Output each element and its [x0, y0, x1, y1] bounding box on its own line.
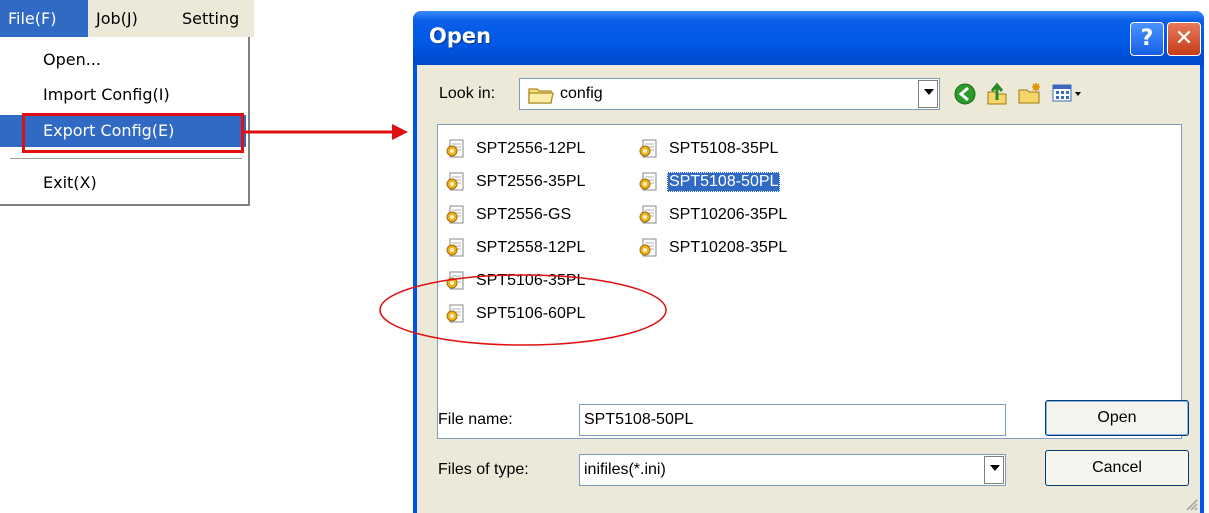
close-button[interactable]: ✕: [1167, 22, 1201, 56]
resize-grip-icon[interactable]: [1184, 497, 1198, 511]
file-type-combo[interactable]: inifiles(*.ini): [579, 454, 1006, 486]
help-button[interactable]: ?: [1130, 22, 1164, 56]
view-menu-icon[interactable]: [1051, 82, 1083, 106]
new-folder-icon[interactable]: [1017, 82, 1043, 106]
file-type-value: inifiles(*.ini): [584, 461, 666, 478]
annotation-ellipse: [379, 274, 667, 346]
look-in-dropdown-button[interactable]: [918, 80, 938, 108]
file-type-dropdown-button[interactable]: [984, 456, 1004, 484]
up-folder-icon[interactable]: [985, 82, 1009, 106]
file-name-input[interactable]: SPT5108-50PL: [579, 404, 1006, 436]
file-name-label: File name:: [438, 411, 513, 428]
file-type-label: Files of type:: [438, 461, 529, 478]
back-icon[interactable]: [953, 82, 977, 106]
cancel-button[interactable]: Cancel: [1045, 450, 1189, 486]
open-button[interactable]: Open: [1045, 400, 1189, 436]
